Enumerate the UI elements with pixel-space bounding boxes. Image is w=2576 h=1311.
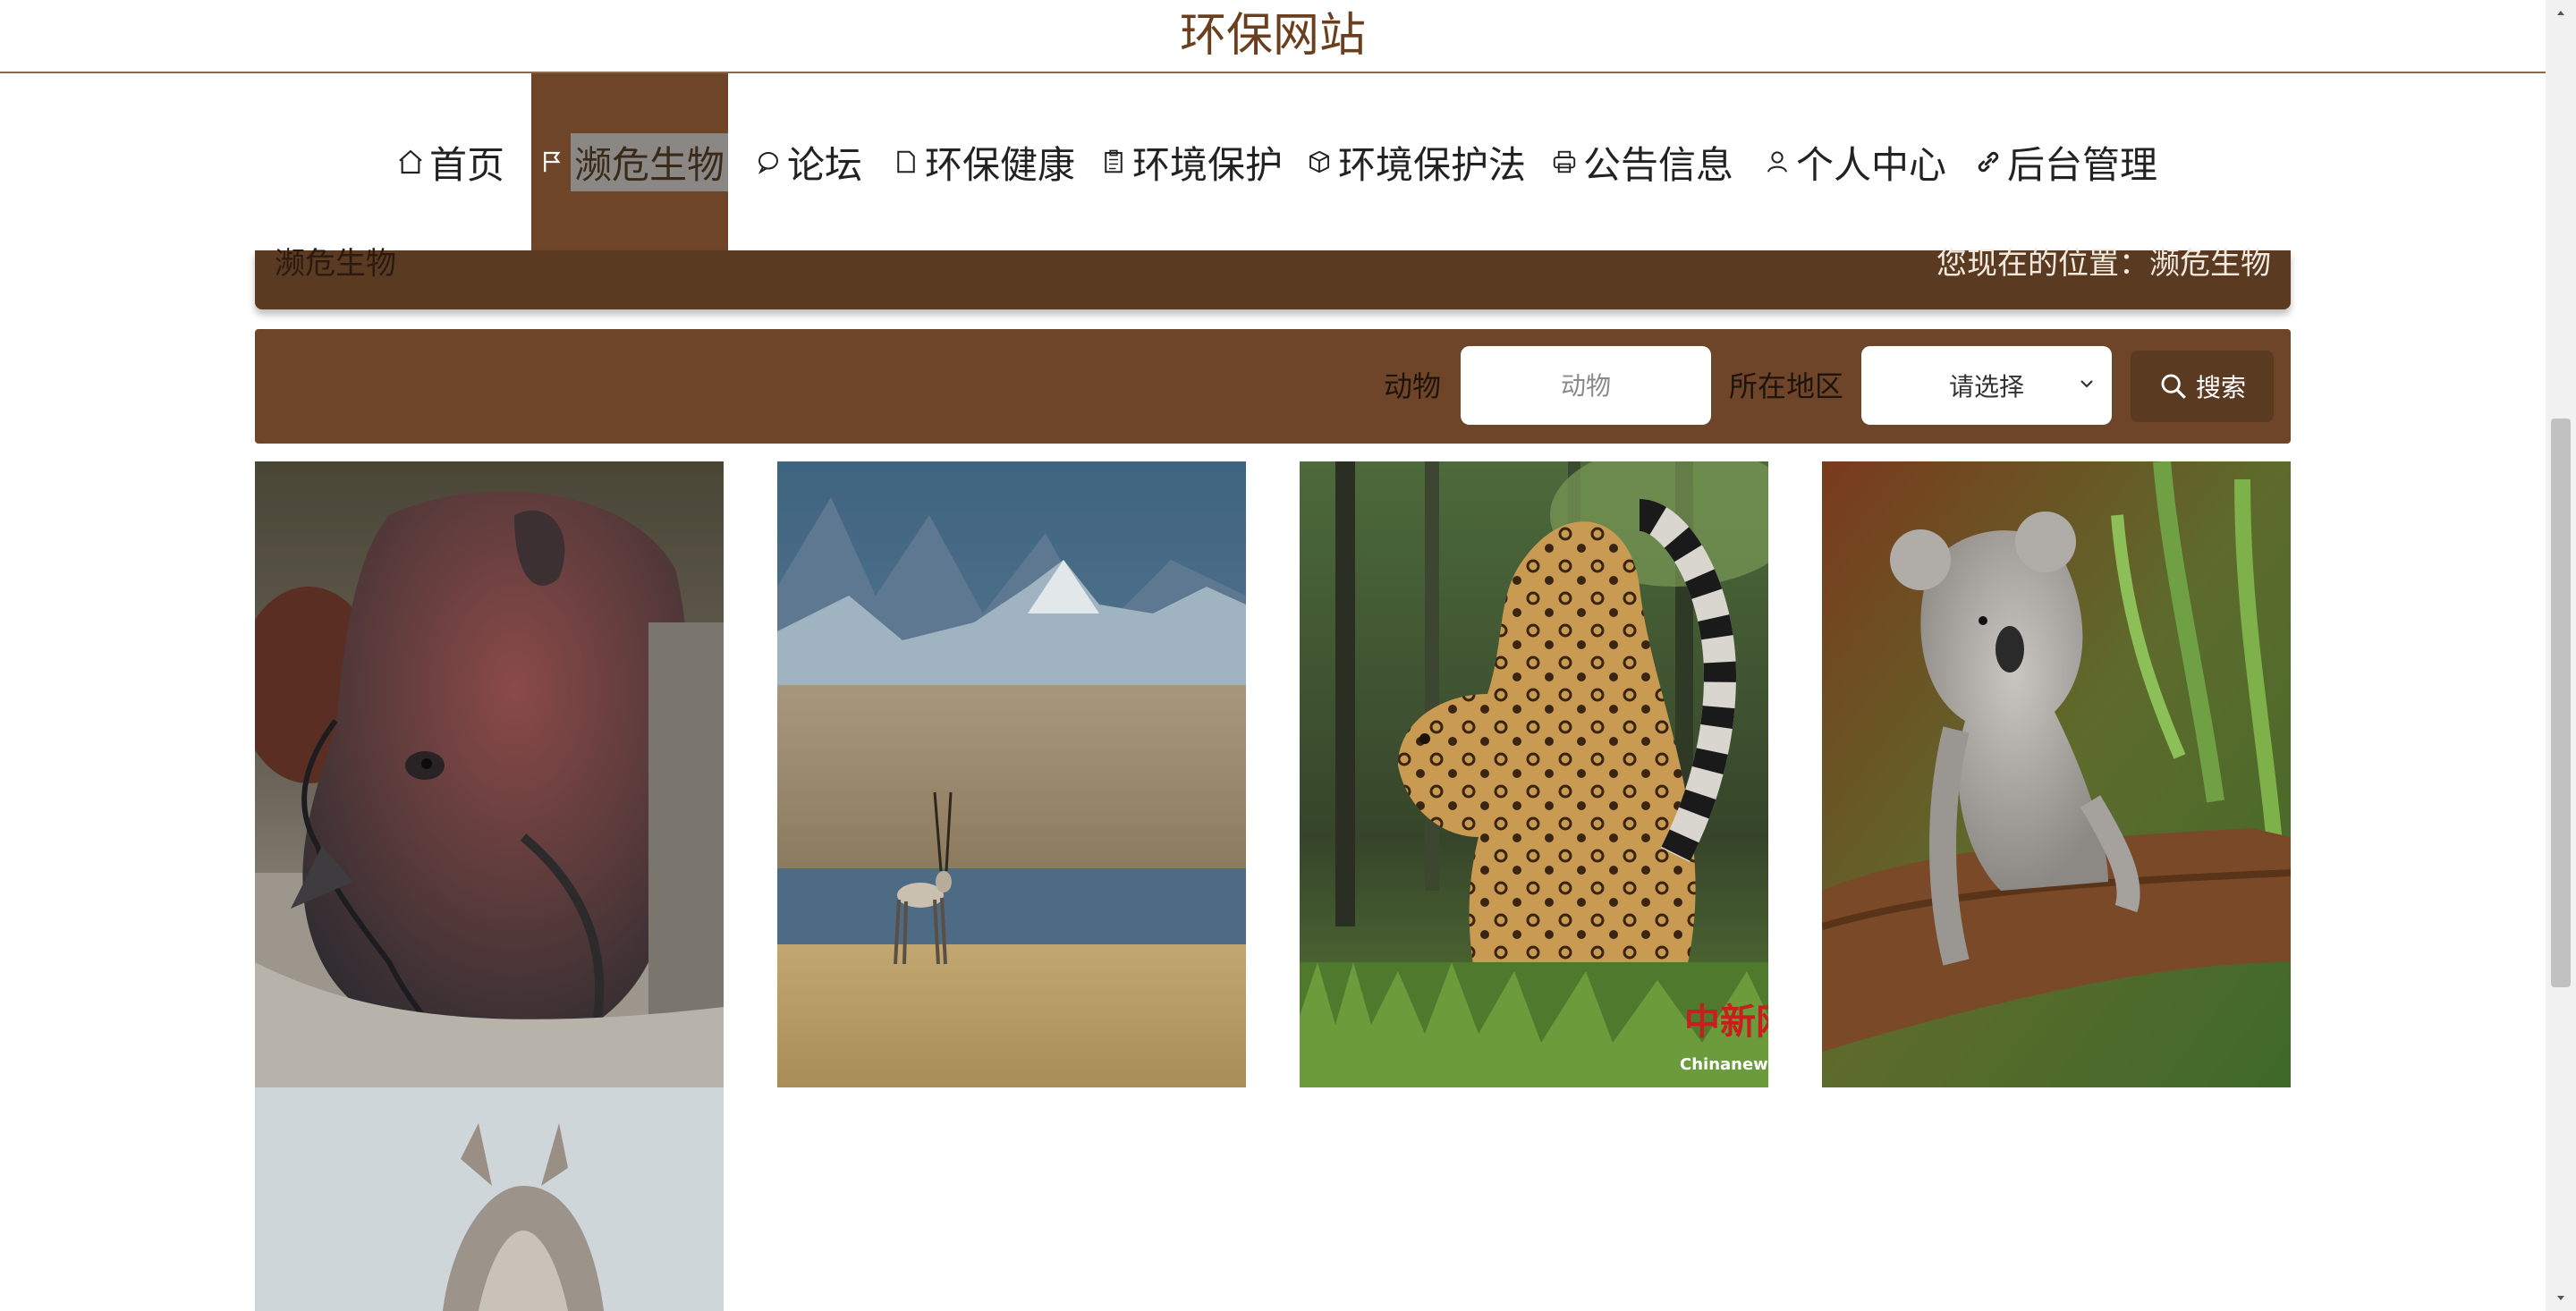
rhinoceros-image — [255, 461, 724, 1087]
region-select-value: 请选择 — [1948, 372, 2024, 402]
document-icon — [891, 147, 921, 177]
page: 环保网站 首页 濒危生物 论坛 环保健康 环境保护 环境保护法 公告信息 个人中… — [0, 0, 2576, 1311]
gallery-item-fox[interactable] — [255, 1087, 724, 1311]
watermark-text: 中新网 — [1684, 1001, 1768, 1043]
nav-label-profile: 个人中心 — [1796, 142, 1947, 187]
printer-icon — [1549, 147, 1580, 177]
nav-label-home: 首页 — [429, 142, 505, 187]
nav-label-admin: 后台管理 — [2007, 142, 2158, 187]
search-button[interactable]: 搜索 — [2131, 351, 2274, 422]
vertical-scrollbar[interactable] — [2546, 0, 2576, 1311]
region-label: 所在地区 — [1729, 369, 1844, 403]
main-nav: 首页 濒危生物 论坛 环保健康 环境保护 环境保护法 公告信息 个人中心 后台管… — [0, 73, 2546, 250]
scroll-up-arrow-icon[interactable] — [2546, 0, 2576, 27]
fox-image — [255, 1087, 724, 1311]
cube-icon — [1304, 147, 1335, 177]
flag-icon — [538, 147, 567, 177]
koala-image — [1822, 461, 2291, 1087]
nav-item-health[interactable]: 环保健康 — [891, 73, 1075, 250]
search-bar: 动物 所在地区 请选择 搜索 — [255, 329, 2291, 444]
section-title: 濒危生物 — [275, 246, 396, 282]
region-select[interactable]: 请选择 — [1861, 346, 2112, 425]
site-title: 环保网站 — [1179, 9, 1366, 63]
nav-item-profile[interactable]: 个人中心 — [1762, 73, 1946, 250]
nav-label-protection: 环境保护 — [1132, 142, 1284, 187]
link-icon — [1973, 147, 2004, 177]
nav-item-notices[interactable]: 公告信息 — [1549, 73, 1733, 250]
nav-label-forum: 论坛 — [787, 142, 863, 187]
nav-item-forum[interactable]: 论坛 — [753, 73, 862, 250]
scroll-down-arrow-icon[interactable] — [2546, 1284, 2576, 1311]
animal-search-input[interactable] — [1461, 346, 1711, 425]
gallery-item-leopard[interactable]: 中新网 Chinanews.com — [1300, 461, 1768, 1087]
leopard-image: 中新网 Chinanews.com — [1300, 461, 1768, 1087]
nav-item-protection[interactable]: 环境保护 — [1098, 73, 1283, 250]
nav-label-endangered: 濒危生物 — [570, 132, 728, 191]
animal-label: 动物 — [1384, 369, 1442, 403]
nav-item-admin[interactable]: 后台管理 — [1973, 73, 2157, 250]
nav-item-home[interactable]: 首页 — [395, 73, 504, 250]
home-icon — [395, 147, 426, 177]
breadcrumb-bar: 濒危生物 您现在的位置：濒危生物 — [255, 246, 2291, 309]
search-button-label: 搜索 — [2195, 373, 2246, 402]
nav-label-notices: 公告信息 — [1583, 142, 1734, 187]
gallery-item-koala[interactable] — [1822, 461, 2291, 1087]
gallery-item-rhinoceros[interactable] — [255, 461, 724, 1087]
nav-item-endangered[interactable]: 濒危生物 — [531, 73, 728, 250]
clipboard-icon — [1098, 147, 1129, 177]
breadcrumb: 您现在的位置：濒危生物 — [1936, 246, 2271, 282]
nav-label-law: 环境保护法 — [1338, 142, 1527, 187]
nav-label-health: 环保健康 — [925, 142, 1076, 187]
chat-bubble-icon — [753, 147, 784, 177]
nav-item-law[interactable]: 环境保护法 — [1304, 73, 1526, 250]
search-icon — [2161, 374, 2186, 399]
chevron-down-icon — [2076, 371, 2097, 393]
user-icon — [1762, 147, 1792, 177]
gallery-item-antelope[interactable] — [777, 461, 1246, 1087]
scrollbar-thumb[interactable] — [2551, 419, 2571, 987]
watermark-subtext: Chinanews.com — [1680, 1055, 1768, 1074]
antelope-image — [777, 461, 1246, 1087]
